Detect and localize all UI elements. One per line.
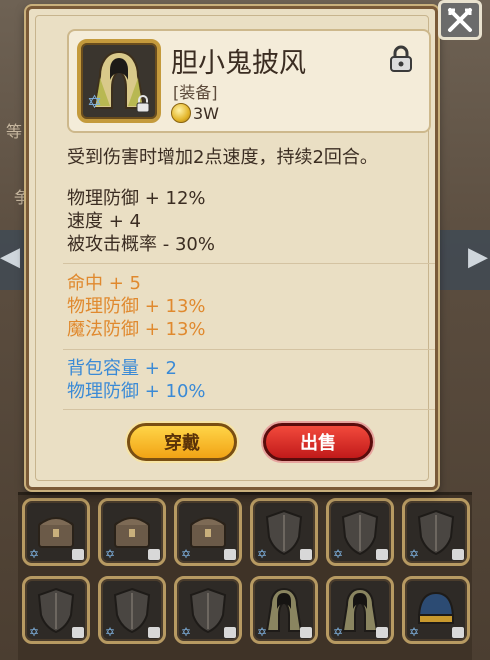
inventory-slot-shield[interactable]: ✡	[174, 576, 242, 644]
inventory-slot-cloak[interactable]: ✡	[326, 576, 394, 644]
inventory-slot-shield[interactable]: ✡	[22, 576, 90, 644]
item-icon-cloak: ✡	[77, 39, 161, 123]
inventory-slot-treasure-chest[interactable]: ✡	[98, 498, 166, 566]
right-arrow-icon: ▶	[468, 242, 488, 272]
wear-button[interactable]: 穿戴	[127, 423, 237, 461]
sell-button[interactable]: 出售	[263, 423, 373, 461]
crossed-swords-icon	[448, 8, 472, 32]
lock-icon	[224, 549, 236, 560]
stat-line: 物理防御 + 13%	[67, 296, 206, 317]
stat-line: 被攻击概率 - 30%	[67, 234, 215, 255]
background-text: 等	[6, 122, 23, 141]
stat-line: 物理防御 + 12%	[67, 188, 206, 209]
lock-icon	[72, 627, 84, 638]
inventory-slot-shield[interactable]: ✡	[250, 498, 318, 566]
star-icon: ✡	[409, 625, 420, 639]
lock-icon	[300, 549, 312, 560]
blue-stats: 背包容量 + 2 物理防御 + 10%	[67, 357, 206, 403]
lock-icon	[136, 95, 150, 113]
star-icon: ✡	[181, 547, 192, 561]
close-button[interactable]	[438, 0, 482, 40]
inventory-slot-helmet[interactable]: ✡	[402, 576, 470, 644]
item-price: 3W	[193, 103, 219, 123]
inventory-slot-shield[interactable]: ✡	[402, 498, 470, 566]
divider	[63, 263, 435, 264]
lock-icon	[72, 549, 84, 560]
divider	[63, 349, 435, 350]
star-icon: ✡	[181, 625, 192, 639]
inventory-slot-treasure-chest[interactable]: ✡	[22, 498, 90, 566]
star-icon: ✡	[29, 625, 40, 639]
lock-toggle-icon[interactable]	[389, 45, 413, 73]
star-icon: ✡	[409, 547, 420, 561]
inventory-slot-cloak[interactable]: ✡	[250, 576, 318, 644]
inventory-slot-shield[interactable]: ✡	[98, 576, 166, 644]
gold-coin-icon	[171, 103, 191, 123]
base-stats: 物理防御 + 12% 速度 + 4 被攻击概率 - 30%	[67, 187, 215, 256]
star-icon: ✡	[257, 547, 268, 561]
lock-icon	[376, 549, 388, 560]
star-icon: ✡	[87, 92, 103, 113]
inventory-slot-treasure-chest[interactable]: ✡	[174, 498, 242, 566]
star-icon: ✡	[333, 547, 344, 561]
lock-icon	[452, 627, 464, 638]
stat-line: 魔法防御 + 13%	[67, 319, 206, 340]
star-icon: ✡	[105, 547, 116, 561]
item-header: ✡ 胆小鬼披风 [装备] 3W	[67, 29, 431, 133]
item-name: 胆小鬼披风	[171, 48, 306, 79]
lock-icon	[452, 549, 464, 560]
star-icon: ✡	[105, 625, 116, 639]
divider	[63, 409, 435, 410]
price-row: 3W	[171, 103, 219, 123]
lock-icon	[148, 549, 160, 560]
star-icon: ✡	[29, 547, 40, 561]
inventory-slot-shield[interactable]: ✡	[326, 498, 394, 566]
star-icon: ✡	[257, 625, 268, 639]
lock-icon	[376, 627, 388, 638]
item-type: [装备]	[173, 83, 218, 102]
item-description: 受到伤害时增加2点速度，持续2回合。	[67, 147, 378, 168]
orange-stats: 命中 + 5 物理防御 + 13% 魔法防御 + 13%	[67, 272, 206, 341]
stat-line: 物理防御 + 10%	[67, 381, 206, 402]
lock-icon	[148, 627, 160, 638]
item-detail-panel: ✡ 胆小鬼披风 [装备] 3W 受到伤害时增加2点速度，持续2回合。 物理防御 …	[26, 6, 438, 490]
stat-line: 背包容量 + 2	[67, 358, 177, 379]
lock-icon	[224, 627, 236, 638]
left-arrow-icon: ◀	[0, 242, 20, 272]
star-icon: ✡	[333, 625, 344, 639]
lock-icon	[300, 627, 312, 638]
stat-line: 速度 + 4	[67, 211, 141, 232]
stat-line: 命中 + 5	[67, 273, 141, 294]
